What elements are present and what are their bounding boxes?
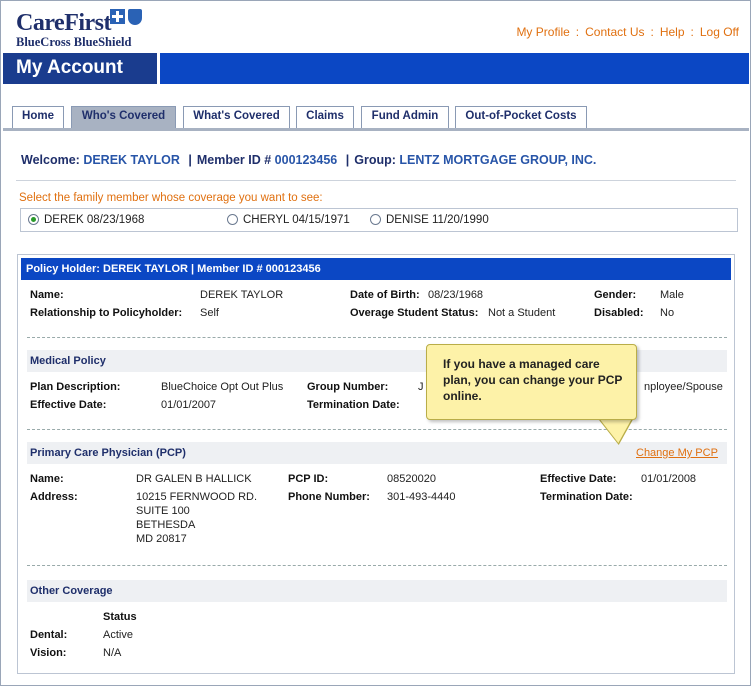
overage-label: Overage Student Status: — [350, 307, 479, 319]
vision-status: N/A — [103, 647, 122, 659]
dental-status: Active — [103, 629, 133, 641]
address-line-4: MD 20817 — [136, 533, 187, 545]
vision-label: Vision: — [30, 647, 67, 659]
address-line-1: 10215 FERNWOOD RD. — [136, 491, 258, 503]
pcp-effective-value: 01/01/2008 — [641, 473, 697, 485]
gender-value: Male — [660, 289, 684, 301]
help-link[interactable]: Help — [660, 25, 685, 39]
radio-empty-icon[interactable] — [370, 214, 381, 225]
effective-date-label: Effective Date: — [30, 399, 107, 411]
pcp-id-value: 08520020 — [387, 473, 436, 485]
disabled-value: No — [660, 307, 675, 319]
relationship-label: Relationship to Policyholder: — [30, 307, 183, 319]
policy-panel: Policy Holder: DEREK TAYLOR | Member ID … — [17, 254, 735, 674]
tab-whos-covered[interactable]: Who's Covered — [71, 106, 176, 128]
my-profile-link[interactable]: My Profile — [516, 25, 569, 39]
welcome-label: Welcome: — [21, 153, 80, 167]
relationship-value: Self — [200, 307, 219, 319]
pcp-effective-label: Effective Date: — [540, 473, 617, 485]
coverage-type-value: nployee/Spouse — [644, 381, 723, 393]
tab-out-of-pocket-costs[interactable]: Out-of-Pocket Costs — [455, 106, 587, 128]
policy-holder-header: Policy Holder: DEREK TAYLOR | Member ID … — [21, 258, 731, 280]
radio-cheryl[interactable]: CHERYL 04/15/1971 — [227, 214, 350, 226]
group-number-label: Group Number: — [307, 381, 389, 393]
tab-underline — [3, 128, 749, 131]
logo-subtitle: BlueCross BlueShield — [16, 35, 132, 49]
effective-date-value: 01/01/2007 — [161, 399, 217, 411]
address-label: Address: — [30, 491, 78, 503]
divider — [16, 180, 736, 181]
pcp-id-label: PCP ID: — [288, 473, 329, 485]
dental-label: Dental: — [30, 629, 68, 641]
disabled-label: Disabled: — [594, 307, 644, 319]
member-id-value: 000123456 — [274, 153, 338, 167]
overage-value: Not a Student — [488, 307, 556, 319]
blue-cross-icon — [110, 9, 125, 24]
status-header: Status — [103, 611, 137, 623]
pcp-section: Primary Care Physician (PCP) — [27, 442, 727, 464]
gender-label: Gender: — [594, 289, 637, 301]
contact-us-link[interactable]: Contact Us — [585, 25, 644, 39]
blue-shield-icon — [128, 9, 142, 25]
family-select-prompt: Select the family member whose coverage … — [19, 192, 323, 204]
address-line-3: BETHESDA — [136, 519, 196, 531]
dob-label: Date of Birth: — [350, 289, 420, 301]
plan-description-label: Plan Description: — [30, 381, 121, 393]
pcp-help-tooltip: If you have a managed care plan, you can… — [426, 344, 637, 420]
radio-denise[interactable]: DENISE 11/20/1990 — [370, 214, 489, 226]
phone-label: Phone Number: — [288, 491, 370, 503]
tab-home[interactable]: Home — [12, 106, 64, 128]
top-links: My Profile: Contact Us: Help: Log Off — [516, 25, 739, 39]
group-value: LENTZ MORTGAGE GROUP, INC. — [399, 153, 597, 167]
plan-description-value: BlueChoice Opt Out Plus — [161, 381, 284, 393]
radio-derek[interactable]: DEREK 08/23/1968 — [28, 214, 144, 226]
title-bar: My Account — [3, 53, 749, 84]
name-label: Name: — [30, 289, 64, 301]
page-title: My Account — [3, 53, 157, 84]
radio-selected-icon[interactable] — [28, 214, 39, 225]
tab-fund-admin[interactable]: Fund Admin — [361, 106, 449, 128]
termination-date-label: Termination Date: — [307, 399, 400, 411]
address-line-2: SUITE 100 — [136, 505, 190, 517]
pcp-name-value: DR GALEN B HALLICK — [136, 473, 252, 485]
dob-value: 08/23/1968 — [428, 289, 484, 301]
pcp-termination-label: Termination Date: — [540, 491, 633, 503]
name-value: DEREK TAYLOR — [200, 289, 284, 301]
tab-whats-covered[interactable]: What's Covered — [183, 106, 290, 128]
member-id-label: Member ID # — [196, 153, 272, 167]
welcome-name: DEREK TAYLOR — [83, 153, 180, 167]
phone-value: 301-493-4440 — [387, 491, 456, 503]
group-number-value: J — [418, 381, 424, 393]
log-off-link[interactable]: Log Off — [700, 25, 739, 39]
pcp-name-label: Name: — [30, 473, 64, 485]
welcome-line: Welcome: DEREK TAYLOR | Member ID # 00012… — [21, 153, 597, 167]
radio-empty-icon[interactable] — [227, 214, 238, 225]
group-label: Group: — [354, 153, 396, 167]
other-coverage-section: Other Coverage — [27, 580, 727, 602]
tab-claims[interactable]: Claims — [296, 106, 354, 128]
family-member-selector: DEREK 08/23/1968 CHERYL 04/15/1971 DENIS… — [20, 208, 738, 232]
change-my-pcp-link[interactable]: Change My PCP — [636, 447, 718, 459]
